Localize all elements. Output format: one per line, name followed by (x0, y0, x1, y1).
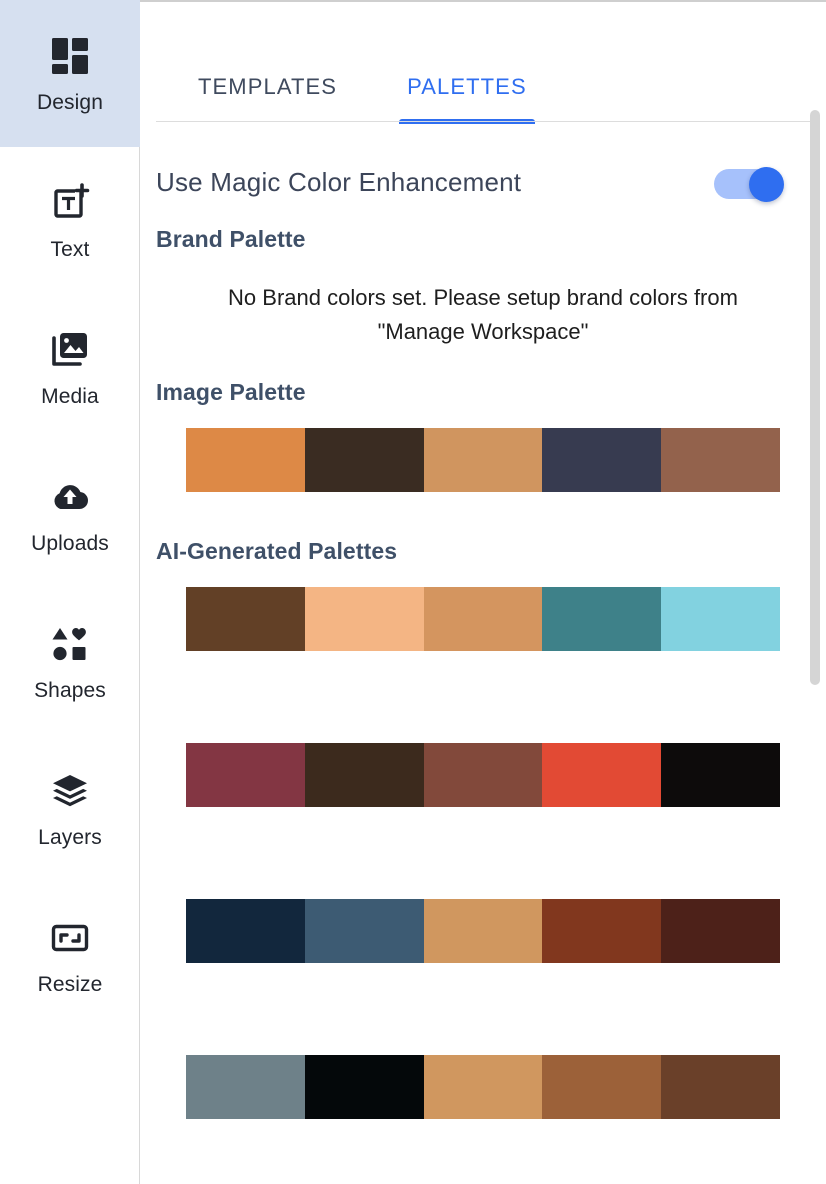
sidebar-item-label: Shapes (34, 679, 106, 702)
color-swatch[interactable] (542, 428, 662, 493)
sidebar-item-media[interactable]: Media (0, 294, 140, 441)
magic-color-label: Use Magic Color Enhancement (156, 167, 522, 197)
image-palette-title: Image Palette (156, 379, 306, 406)
grid-blocks-icon (48, 34, 92, 78)
text-box-plus-icon (48, 181, 92, 225)
palettes-panel-app: Design Text Media Uploads Shapes Layers Resize… (0, 0, 826, 1184)
right-panel: TEMPLATES PALETTES Use Magic Color Enhan… (140, 0, 826, 1184)
color-swatch[interactable] (661, 1055, 780, 1120)
sidebar-item-resize[interactable]: Resize (0, 882, 140, 1029)
tab-palettes[interactable]: PALETTES (399, 74, 535, 124)
sidebar-item-design[interactable]: Design (0, 0, 140, 147)
color-swatch[interactable] (304, 587, 424, 652)
sidebar-item-label: Layers (38, 826, 102, 849)
scrollbar-thumb[interactable] (810, 110, 820, 685)
palette-spacer (156, 963, 810, 1033)
color-swatch[interactable] (661, 428, 780, 493)
ai-palette-list (156, 587, 810, 1120)
color-swatch[interactable] (423, 899, 543, 964)
sidebar-item-label: Resize (37, 973, 103, 996)
color-swatch[interactable] (304, 1055, 424, 1120)
color-swatch[interactable] (186, 587, 305, 652)
color-swatch[interactable] (542, 1055, 662, 1120)
palette-spacer (156, 651, 810, 721)
sidebar-item-label: Uploads (31, 532, 109, 555)
color-swatch[interactable] (661, 587, 780, 652)
sidebar-item-uploads[interactable]: Uploads (0, 441, 140, 588)
magic-color-row: Use Magic Color Enhancement (156, 124, 810, 210)
color-swatch[interactable] (423, 743, 543, 808)
brand-palette-title: Brand Palette (156, 226, 306, 252)
color-swatch[interactable] (304, 899, 424, 964)
ai-palette-row[interactable] (186, 743, 780, 808)
palette-spacer (156, 807, 810, 877)
color-swatch[interactable] (423, 587, 543, 652)
layers-icon (48, 769, 92, 813)
color-swatch[interactable] (186, 1055, 305, 1120)
color-swatch[interactable] (542, 899, 662, 964)
shapes-icon (48, 622, 92, 666)
panel-scrollbar[interactable] (810, 2, 820, 1184)
toggle-thumb (749, 166, 784, 202)
image-stack-icon (48, 328, 92, 372)
tab-bar: TEMPLATES PALETTES (140, 2, 826, 124)
image-palette-row[interactable] (186, 428, 780, 493)
ai-palette-row[interactable] (186, 899, 780, 964)
ai-palette-row[interactable] (186, 587, 780, 652)
sidebar-item-label: Media (41, 385, 99, 408)
sidebar-item-label: Text (50, 238, 90, 261)
color-swatch[interactable] (304, 743, 424, 808)
magic-color-toggle[interactable] (714, 166, 784, 202)
resize-frame-icon (48, 916, 92, 960)
color-swatch[interactable] (423, 428, 543, 493)
color-swatch[interactable] (661, 743, 780, 808)
color-swatch[interactable] (186, 899, 305, 964)
palettes-content: Use Magic Color Enhancement Brand Palett… (140, 124, 826, 1184)
color-swatch[interactable] (661, 899, 780, 964)
left-sidebar: Design Text Media Uploads Shapes Layers Resize (0, 0, 140, 1184)
ai-palette-row[interactable] (186, 1055, 780, 1120)
sidebar-item-text[interactable]: Text (0, 147, 140, 294)
ai-palettes-title: AI-Generated Palettes (156, 538, 398, 565)
sidebar-item-layers[interactable]: Layers (0, 735, 140, 882)
brand-palette-empty-message: No Brand colors set. Please setup brand … (228, 285, 738, 345)
color-swatch[interactable] (542, 743, 662, 808)
tab-templates[interactable]: TEMPLATES (193, 74, 342, 124)
cloud-upload-icon (48, 475, 92, 519)
color-swatch[interactable] (423, 1055, 543, 1120)
color-swatch[interactable] (542, 587, 662, 652)
sidebar-item-shapes[interactable]: Shapes (0, 588, 140, 735)
color-swatch[interactable] (186, 743, 305, 808)
tab-bar-divider (156, 121, 818, 122)
sidebar-item-label: Design (37, 91, 103, 114)
image-palette-list (156, 428, 810, 493)
color-swatch[interactable] (186, 428, 305, 493)
color-swatch[interactable] (304, 428, 424, 493)
